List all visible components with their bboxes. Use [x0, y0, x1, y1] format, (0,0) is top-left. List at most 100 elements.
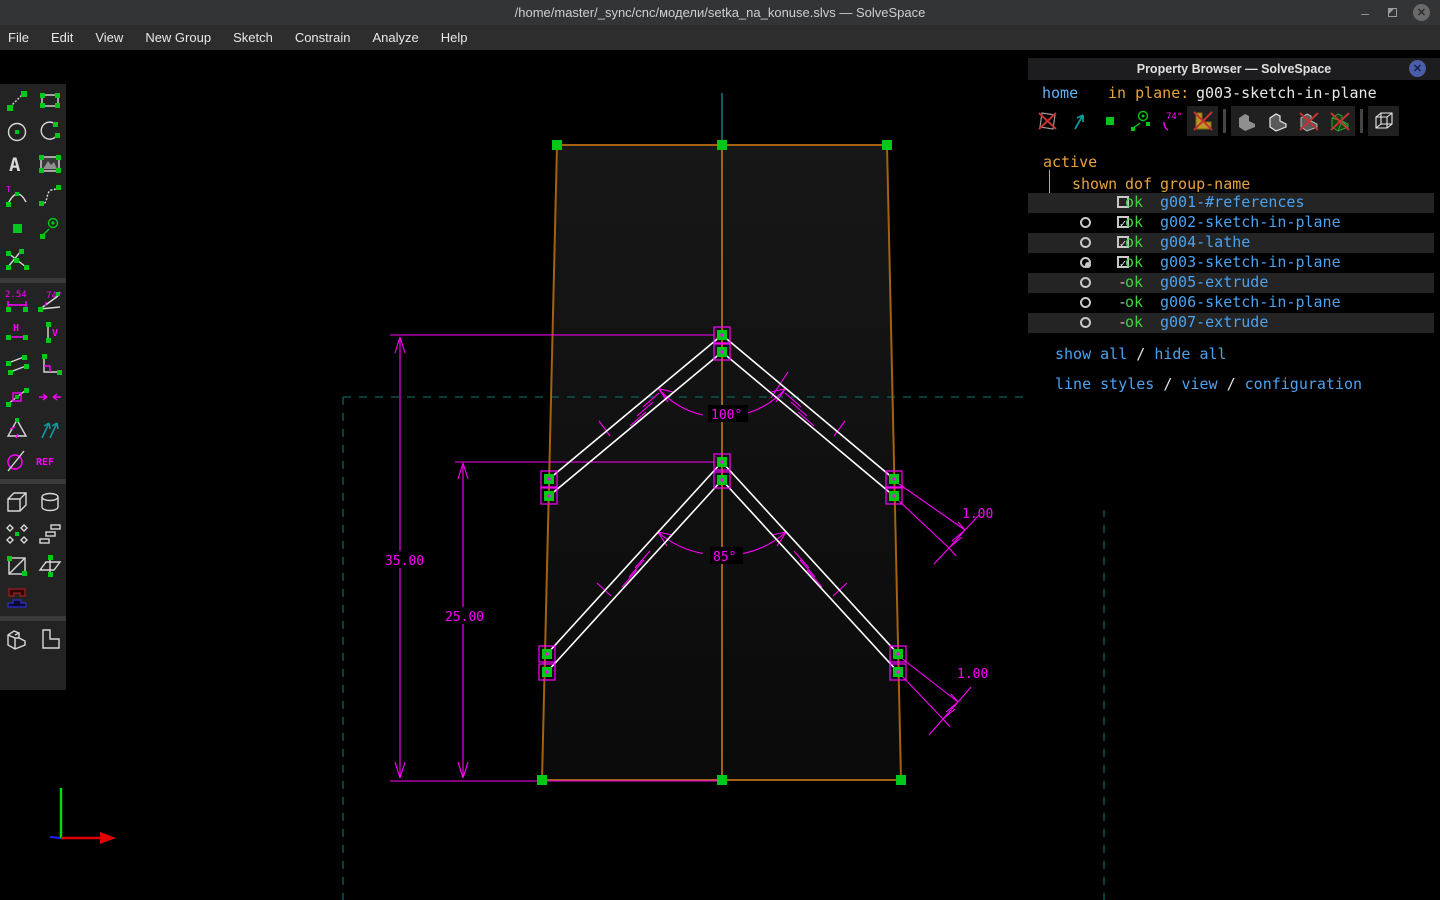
active-radio[interactable] [1080, 277, 1091, 288]
toolbar-separator [1223, 109, 1226, 133]
angle-100-label[interactable]: 100° [711, 408, 742, 423]
lathe-tool[interactable] [33, 486, 66, 518]
tangent-arc-tool[interactable]: T [0, 180, 33, 212]
view-link[interactable]: view [1181, 375, 1217, 393]
group-link[interactable]: g002-sketch-in-plane [1160, 213, 1341, 231]
rotate-copy-tool[interactable] [0, 518, 33, 550]
dim-35-label[interactable]: 35.00 [385, 554, 424, 569]
text-tool[interactable]: A [0, 148, 33, 180]
bezier-tool[interactable] [33, 180, 66, 212]
sketch-point-center [547, 494, 551, 498]
workplane-tool[interactable] [33, 550, 66, 582]
construction-toggle-icon[interactable] [1125, 106, 1156, 136]
origin-axes [49, 788, 116, 844]
angle-tool[interactable]: 74° [33, 285, 66, 317]
equal-tool[interactable] [0, 413, 33, 445]
reference-dim-tool[interactable]: REF [33, 445, 66, 477]
split-curves-tool[interactable] [0, 244, 33, 276]
table-row: ✓ ok g003-sketch-in-plane [1028, 253, 1440, 273]
image-tool[interactable] [33, 148, 66, 180]
in-plane-value[interactable]: g003-sketch-in-plane [1196, 84, 1377, 102]
group-link[interactable]: g006-sketch-in-plane [1160, 293, 1341, 311]
rectangle-tool[interactable] [33, 84, 66, 116]
sketch-point-center [892, 477, 896, 481]
mesh-toggle-icon[interactable] [1324, 106, 1355, 136]
menu-sketch[interactable]: Sketch [222, 25, 284, 50]
property-browser-close-icon[interactable]: ✕ [1409, 60, 1426, 77]
horizontal-tool[interactable]: H [0, 317, 33, 349]
active-radio[interactable] [1080, 237, 1091, 248]
symmetric-tool[interactable] [33, 381, 66, 413]
dof-status: ok [1125, 193, 1144, 211]
minimize-button[interactable]: – [1358, 6, 1372, 20]
property-browser-nav: home in plane: g003-sketch-in-plane [1028, 84, 1440, 102]
group-link[interactable]: g007-extrude [1160, 313, 1268, 331]
assemble-tool[interactable] [0, 582, 33, 614]
line-styles-link[interactable]: line styles [1055, 375, 1154, 393]
active-radio[interactable] [1080, 317, 1091, 328]
active-radio[interactable] [1080, 217, 1091, 228]
iso-view-tool[interactable] [0, 623, 33, 655]
menu-constrain[interactable]: Constrain [284, 25, 362, 50]
svg-text:H: H [13, 323, 19, 334]
group-link[interactable]: g003-sketch-in-plane [1160, 253, 1341, 271]
point-tool[interactable] [0, 212, 33, 244]
ortho-view-tool[interactable] [33, 623, 66, 655]
supplementary-angle-tool[interactable] [0, 445, 33, 477]
occluded-lines-toggle-icon[interactable] [1368, 106, 1399, 136]
menu-file[interactable]: File [0, 25, 40, 50]
active-radio-selected[interactable] [1080, 257, 1091, 268]
normals-toggle-icon[interactable] [1063, 106, 1094, 136]
col-shown: shown [1072, 175, 1118, 193]
outlines-toggle-icon[interactable] [1293, 106, 1324, 136]
col-group-name: group-name [1160, 175, 1251, 193]
sketch-point-center [547, 477, 551, 481]
constraints-toggle-icon[interactable]: 74° [1156, 106, 1187, 136]
settings-links: line styles / view / configuration [1055, 375, 1362, 393]
points-toggle-icon[interactable] [1094, 106, 1125, 136]
distance-tool[interactable]: 2.54 [0, 285, 33, 317]
group-link[interactable]: g004-lathe [1160, 233, 1250, 251]
menu-view[interactable]: View [84, 25, 134, 50]
menu-analyze[interactable]: Analyze [361, 25, 429, 50]
oriented-same-tool[interactable] [33, 413, 66, 445]
circle-tool[interactable] [0, 116, 33, 148]
point-on-element-tool[interactable] [0, 381, 33, 413]
faces-toggle-icon[interactable] [1187, 106, 1218, 136]
shaded-toggle-icon[interactable] [1231, 106, 1262, 136]
gap-dim-1-label[interactable]: 1.00 [962, 507, 993, 522]
configuration-link[interactable]: configuration [1245, 375, 1362, 393]
translate-copy-tool[interactable] [33, 518, 66, 550]
sketch-point-center [545, 670, 549, 674]
svg-text:V: V [52, 328, 58, 339]
edges-toggle-icon[interactable] [1262, 106, 1293, 136]
vertical-tool[interactable]: V [33, 317, 66, 349]
close-button[interactable]: ✕ [1413, 4, 1430, 21]
construction-tool[interactable] [33, 212, 66, 244]
property-browser-titlebar[interactable]: Property Browser — SolveSpace ✕ [1028, 58, 1440, 80]
maximize-button[interactable] [1388, 8, 1397, 17]
show-all-link[interactable]: show all [1055, 345, 1127, 363]
svg-text:74°: 74° [1166, 112, 1182, 122]
hide-all-link[interactable]: hide all [1154, 345, 1226, 363]
home-link[interactable]: home [1042, 84, 1078, 102]
link-tool[interactable] [0, 550, 33, 582]
group-link[interactable]: g005-extrude [1160, 273, 1268, 291]
active-radio[interactable] [1080, 297, 1091, 308]
table-row: - ok g006-sketch-in-plane [1028, 293, 1440, 313]
angle-85-label[interactable]: 85° [713, 550, 736, 565]
extrude-tool[interactable] [0, 486, 33, 518]
line-tool[interactable] [0, 84, 33, 116]
workplanes-toggle-icon[interactable] [1032, 106, 1063, 136]
perpendicular-tool[interactable] [33, 349, 66, 381]
gap-dim-2-label[interactable]: 1.00 [957, 667, 988, 682]
menu-new-group[interactable]: New Group [134, 25, 222, 50]
parallel-tool[interactable] [0, 349, 33, 381]
menu-help[interactable]: Help [430, 25, 479, 50]
arc-tool[interactable] [33, 116, 66, 148]
svg-text:2.54: 2.54 [5, 290, 27, 300]
menu-edit[interactable]: Edit [40, 25, 84, 50]
group-link[interactable]: g001-#references [1160, 193, 1305, 211]
sketch-point-center [896, 670, 900, 674]
dim-25-label[interactable]: 25.00 [445, 610, 484, 625]
